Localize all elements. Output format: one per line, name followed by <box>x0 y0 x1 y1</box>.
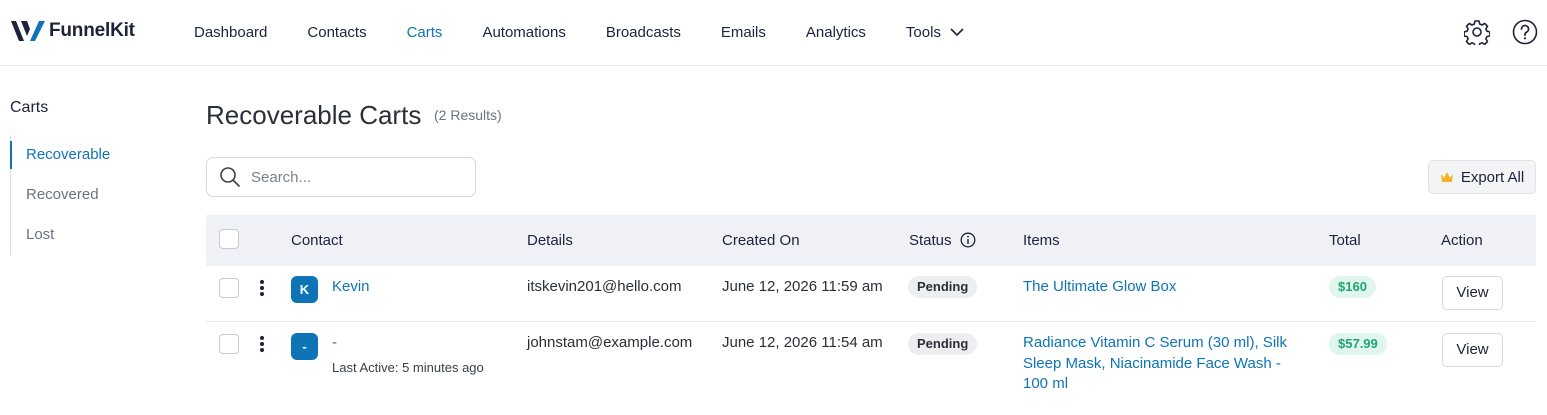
created-on: June 12, 2026 11:59 am <box>722 278 883 295</box>
sidebar-item-recovered[interactable]: Recovered <box>11 175 110 215</box>
last-active-text: Last Active: 5 minutes ago <box>332 360 484 375</box>
sidebar-item-lost[interactable]: Lost <box>11 215 110 255</box>
cart-items-link[interactable]: The Ultimate Glow Box <box>1023 278 1303 295</box>
status-badge: Pending <box>908 276 978 298</box>
column-items: Items <box>1023 232 1060 249</box>
nav-dashboard[interactable]: Dashboard <box>194 24 267 41</box>
nav-tools-label: Tools <box>905 23 941 41</box>
column-action: Action <box>1441 232 1483 249</box>
nav-tools[interactable]: Tools <box>906 24 964 41</box>
search-icon <box>220 167 240 187</box>
sidebar-menu: Recoverable Recovered Lost <box>9 135 110 255</box>
nav-automations[interactable]: Automations <box>482 24 565 41</box>
table-row: - - Last Active: 5 minutes ago johnstam@… <box>206 322 1536 415</box>
nav-broadcasts[interactable]: Broadcasts <box>606 24 681 41</box>
created-on: June 12, 2026 11:54 am <box>722 334 883 351</box>
avatar: - <box>291 333 318 360</box>
table-header: Contact Details Created On Status Items … <box>206 215 1536 266</box>
gear-icon[interactable] <box>1464 19 1490 45</box>
cart-items-link[interactable]: Radiance Vitamin C Serum (30 ml), Silk S… <box>1023 333 1305 395</box>
nav-contacts[interactable]: Contacts <box>307 24 366 41</box>
view-button[interactable]: View <box>1442 276 1503 310</box>
chevron-down-icon <box>950 28 964 37</box>
column-created-on: Created On <box>722 232 800 249</box>
total-badge: $57.99 <box>1329 333 1387 355</box>
contact-email: itskevin201@hello.com <box>527 278 682 295</box>
top-navigation-bar: FunnelKit Dashboard Contacts Carts Autom… <box>0 0 1547 66</box>
result-count: (2 Results) <box>434 107 502 123</box>
contact-name-link[interactable]: - <box>332 334 337 351</box>
column-details: Details <box>527 232 573 249</box>
total-badge: $160 <box>1329 276 1376 298</box>
export-all-button[interactable]: Export All <box>1428 160 1536 194</box>
export-all-label: Export All <box>1460 168 1525 186</box>
funnelkit-logo[interactable]: FunnelKit <box>10 19 135 43</box>
main-nav: Dashboard Contacts Carts Automations Bro… <box>194 0 964 64</box>
sidebar-title: Carts <box>10 99 49 116</box>
crown-icon <box>1440 172 1453 182</box>
page-title: Recoverable Carts <box>206 100 422 130</box>
search-box[interactable] <box>206 157 476 197</box>
nav-emails[interactable]: Emails <box>721 24 766 41</box>
contact-email: johnstam@example.com <box>527 334 693 351</box>
column-contact: Contact <box>291 232 343 249</box>
funnelkit-logo-icon <box>11 21 45 41</box>
column-status: Status <box>909 232 952 249</box>
table-row: K Kevin itskevin201@hello.com June 12, 2… <box>206 266 1536 322</box>
help-icon[interactable] <box>1512 19 1538 45</box>
row-checkbox[interactable] <box>219 334 239 354</box>
row-actions-menu-icon[interactable] <box>257 279 267 297</box>
contact-name-link[interactable]: Kevin <box>332 278 370 295</box>
sidebar-item-recoverable[interactable]: Recoverable <box>9 135 110 175</box>
search-input[interactable] <box>251 168 451 186</box>
avatar: K <box>291 276 318 303</box>
row-checkbox[interactable] <box>219 278 239 298</box>
column-total: Total <box>1329 232 1361 249</box>
brand-name: FunnelKit <box>49 20 135 41</box>
info-icon[interactable] <box>960 232 976 248</box>
nav-analytics[interactable]: Analytics <box>806 24 866 41</box>
select-all-checkbox[interactable] <box>219 229 239 249</box>
status-badge: Pending <box>908 333 978 355</box>
view-button[interactable]: View <box>1442 333 1503 367</box>
nav-carts[interactable]: Carts <box>407 24 443 41</box>
row-actions-menu-icon[interactable] <box>257 335 267 353</box>
